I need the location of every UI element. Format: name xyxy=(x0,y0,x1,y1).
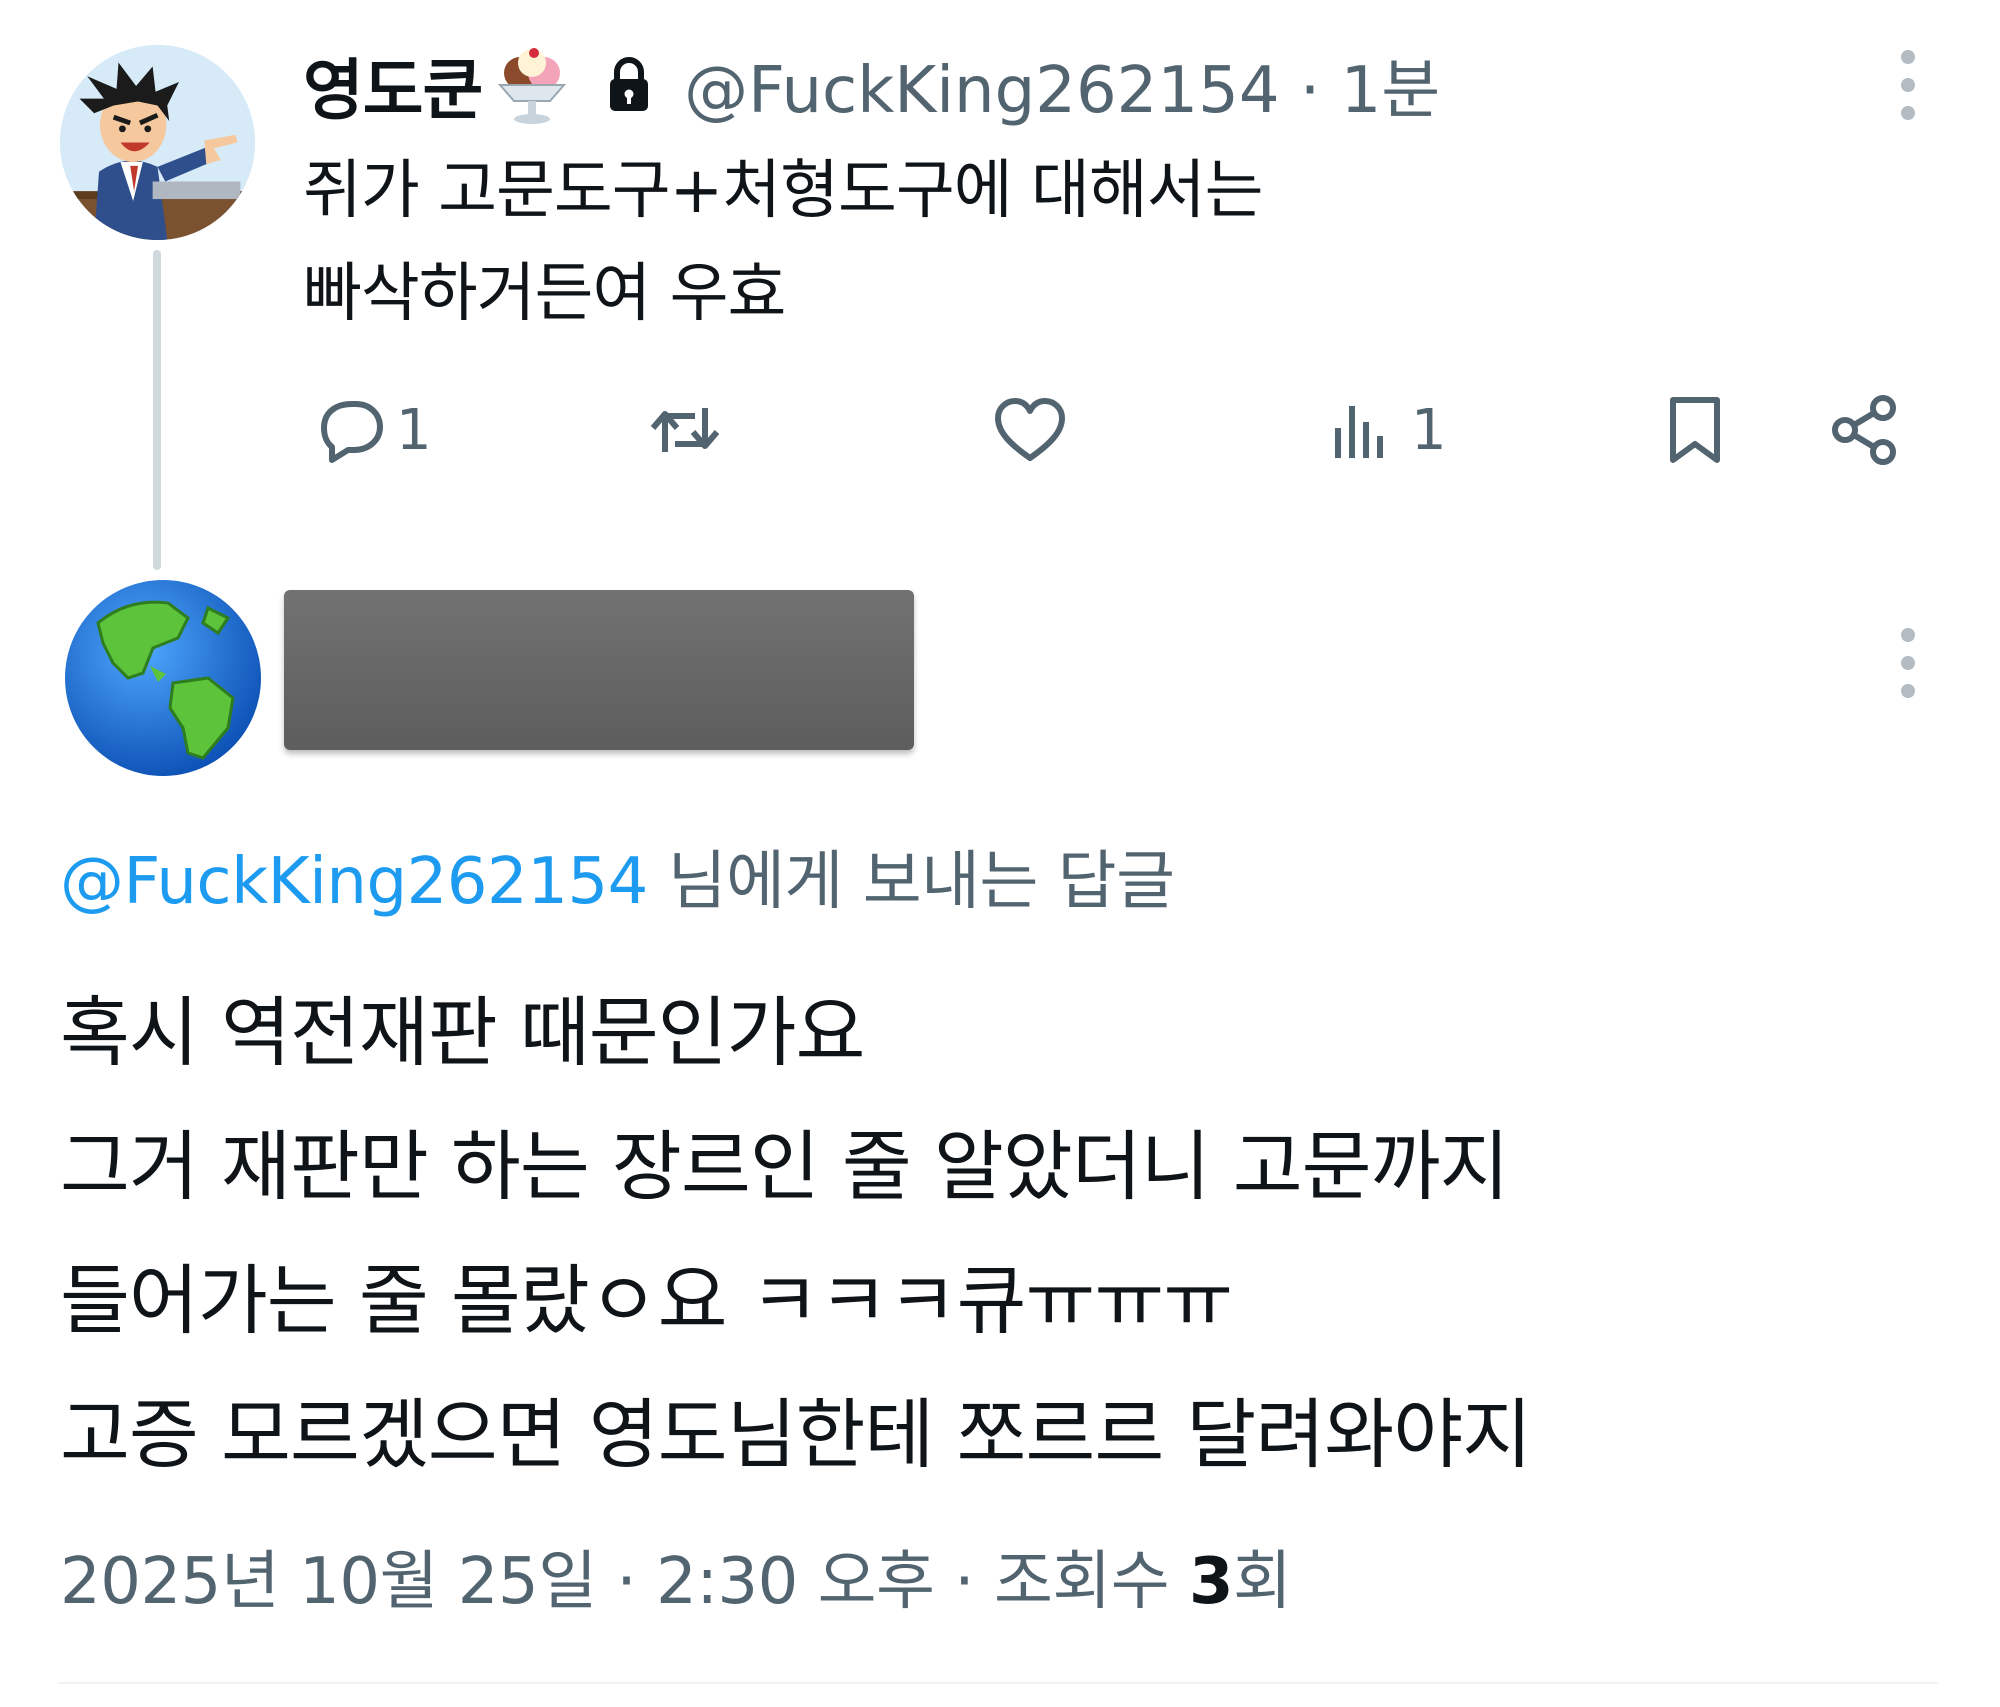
views-label: 조회수 xyxy=(993,1545,1189,1619)
bookmark-icon xyxy=(1670,397,1720,463)
reply-to-label: 님에게 보내는 답글 xyxy=(647,845,1175,919)
post-date[interactable]: 2025년 10월 25일 xyxy=(60,1545,597,1619)
retweet-button[interactable] xyxy=(645,380,731,480)
share-icon xyxy=(1832,395,1896,465)
ice-cream-sundae-icon xyxy=(497,48,567,124)
reply-text: 혹시 역전재판 때문인가요 그거 재판만 하는 장르인 줄 알았더니 고문까지 … xyxy=(60,966,1940,1502)
author-handle[interactable]: @FuckKing262154 xyxy=(684,54,1279,128)
reply-count: 1 xyxy=(396,397,432,463)
reply-views-count: 3 xyxy=(1188,1545,1234,1619)
tweet-thread: 영도쿤 @FuckKing262154 · 1분 쥐가 고문도구+처형도구에 대… xyxy=(0,0,2000,1707)
header-separator: · xyxy=(1299,54,1321,128)
reply-text-line: 들어가는 줄 몰랐ㅇ요 ㅋㅋㅋ큐ㅠㅠㅠ xyxy=(60,1256,1233,1345)
reply-text-line: 혹시 역전재판 때문인가요 xyxy=(60,988,865,1077)
views-count: 1 xyxy=(1411,397,1447,463)
views-button[interactable]: 1 xyxy=(1325,380,1447,480)
tweet-text: 쥐가 고문도구+처형도구에 대해서는 빠삭하거든여 우효 xyxy=(303,140,1803,346)
tweet-action-bar: 1 1 xyxy=(300,380,1920,480)
share-button[interactable] xyxy=(1825,380,1905,480)
author-display-name[interactable]: 영도쿤 xyxy=(303,37,483,133)
reply-metadata: 2025년 10월 25일 · 2:30 오후 · 조회수 3회 xyxy=(60,1530,1292,1622)
reply-text-line: 그거 재판만 하는 장르인 줄 알았더니 고문까지 xyxy=(60,1122,1509,1211)
replying-to-line: @FuckKing262154 님에게 보내는 답글 xyxy=(60,830,1175,922)
views-unit: 회 xyxy=(1232,1545,1292,1619)
thread-connector-line xyxy=(153,250,161,570)
views-bar-chart-icon xyxy=(1335,406,1383,458)
tweet-text-line: 쥐가 고문도구+처형도구에 대해서는 xyxy=(303,154,1264,228)
bookmark-button[interactable] xyxy=(1655,380,1735,480)
reply-text-line: 고증 모르겠으면 영도님한테 쪼르르 달려와야지 xyxy=(60,1390,1532,1479)
post-time[interactable]: 2:30 오후 xyxy=(656,1545,935,1619)
reply-button[interactable]: 1 xyxy=(310,380,432,480)
like-button[interactable] xyxy=(990,380,1076,480)
tweet-text-line: 빠삭하거든여 우효 xyxy=(303,257,786,331)
author-avatar[interactable] xyxy=(60,45,255,240)
tweet-header: 영도쿤 @FuckKing262154 · 1분 xyxy=(303,40,1440,130)
globe-americas-avatar-icon xyxy=(65,580,261,776)
heart-icon xyxy=(995,398,1065,461)
retweet-icon xyxy=(650,408,720,452)
bottom-divider xyxy=(58,1682,1938,1684)
lock-icon xyxy=(610,57,649,111)
reply-icon xyxy=(321,401,383,463)
replier-avatar[interactable] xyxy=(58,578,268,778)
tweet-more-options-button[interactable] xyxy=(1898,50,1918,120)
lawyer-pointing-avatar-icon xyxy=(60,45,255,240)
tweet-time-ago[interactable]: 1분 xyxy=(1341,54,1441,128)
meta-separator: · xyxy=(934,1545,994,1619)
reply-to-mention-link[interactable]: @FuckKing262154 xyxy=(60,845,648,919)
reply-more-options-button[interactable] xyxy=(1898,628,1918,698)
meta-separator: · xyxy=(596,1545,657,1619)
redacted-user-info xyxy=(284,590,914,750)
